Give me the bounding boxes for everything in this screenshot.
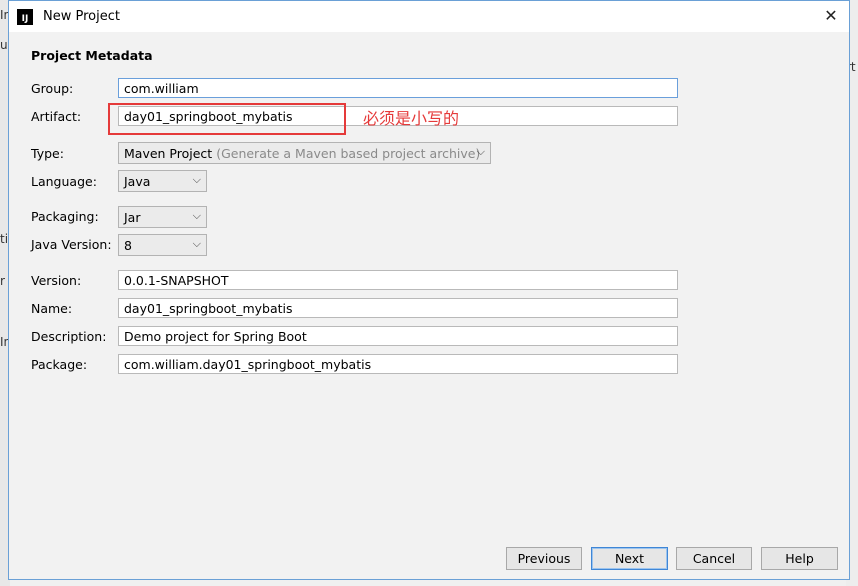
description-field[interactable]: Demo project for Spring Boot — [118, 326, 678, 346]
language-select-value: Java — [124, 174, 151, 189]
previous-button[interactable]: Previous — [506, 547, 582, 570]
type-select-hint: (Generate a Maven based project archive) — [216, 146, 481, 161]
version-label: Version: — [31, 273, 82, 288]
next-button[interactable]: Next — [591, 547, 668, 570]
dialog-title: New Project — [43, 9, 120, 24]
annotation-text: 必须是小写的 — [363, 109, 460, 128]
chevron-down-icon: ⌵ — [476, 145, 485, 158]
background-text-fragment: r — [0, 274, 5, 288]
group-label: Group: — [31, 81, 74, 96]
name-label: Name: — [31, 301, 73, 316]
name-field[interactable]: day01_springboot_mybatis — [118, 298, 678, 318]
help-button[interactable]: Help — [761, 547, 838, 570]
package-field[interactable]: com.william.day01_springboot_mybatis — [118, 354, 678, 374]
language-label: Language: — [31, 174, 97, 189]
annotation-highlight-box — [108, 103, 346, 135]
chevron-down-icon: ⌵ — [192, 209, 201, 222]
section-title: Project Metadata — [31, 48, 153, 63]
type-select-value: Maven Project — [124, 146, 213, 161]
intellij-app-icon: IJ — [17, 8, 33, 25]
packaging-select[interactable]: Jar ⌵ — [118, 206, 207, 228]
group-field[interactable]: com.william — [118, 78, 678, 98]
description-label: Description: — [31, 329, 107, 344]
cancel-button[interactable]: Cancel — [676, 547, 752, 570]
version-field[interactable]: 0.0.1-SNAPSHOT — [118, 270, 678, 290]
packaging-label: Packaging: — [31, 209, 99, 224]
java-version-select-value: 8 — [124, 238, 132, 253]
chevron-down-icon: ⌵ — [192, 237, 201, 250]
type-label: Type: — [31, 146, 64, 161]
background-text-fragment: ti — [0, 232, 9, 246]
packaging-select-value: Jar — [124, 210, 141, 225]
close-icon[interactable]: ✕ — [819, 5, 843, 27]
java-version-label: Java Version: — [31, 237, 112, 252]
title-bar: IJ New Project ✕ — [9, 1, 849, 32]
type-select[interactable]: Maven Project (Generate a Maven based pr… — [118, 142, 491, 164]
java-version-select[interactable]: 8 ⌵ — [118, 234, 207, 256]
new-project-dialog: IJ New Project ✕ Project Metadata Group:… — [8, 0, 850, 580]
language-select[interactable]: Java ⌵ — [118, 170, 207, 192]
package-label: Package: — [31, 357, 88, 372]
artifact-label: Artifact: — [31, 109, 82, 124]
chevron-down-icon: ⌵ — [192, 173, 201, 186]
